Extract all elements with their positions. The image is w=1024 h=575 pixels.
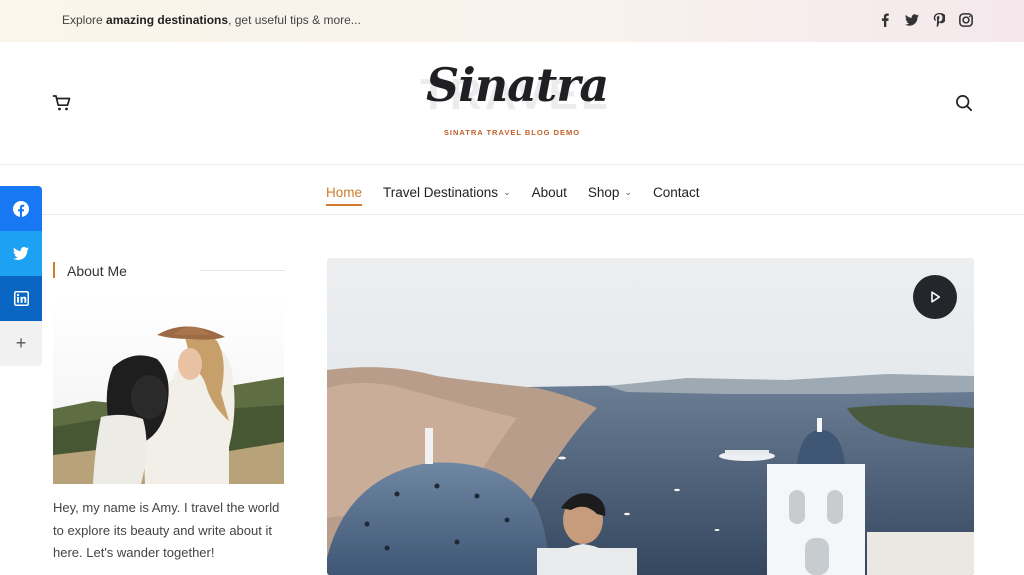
instagram-icon[interactable]: [957, 11, 974, 28]
plus-icon: +: [15, 333, 27, 353]
share-sidebar: +: [0, 186, 42, 366]
tagline: Explore amazing destinations, get useful…: [62, 13, 361, 27]
title-accent-bar: [53, 262, 55, 278]
tagline-prefix: Explore: [62, 13, 107, 27]
nav-item-contact[interactable]: Contact: [653, 182, 700, 202]
chevron-down-icon: ⌄: [624, 186, 632, 197]
nav-label: Home: [326, 184, 363, 200]
about-heading: About Me: [67, 263, 127, 279]
nav-label: About: [531, 184, 567, 200]
nav-item-home[interactable]: Home: [326, 182, 363, 206]
twitter-icon: [13, 247, 29, 260]
nav-item-travel-destinations[interactable]: Travel Destinations ⌄: [383, 182, 511, 202]
share-facebook-button[interactable]: [0, 186, 42, 231]
tagline-bold: amazing destinations: [106, 13, 229, 27]
logo-subtitle: SINATRA TRAVEL BLOG DEMO: [443, 128, 581, 137]
chevron-down-icon: ⌄: [503, 186, 511, 197]
nav-label: Contact: [652, 184, 700, 200]
linkedin-icon: [13, 291, 29, 306]
title-divider: [200, 270, 285, 271]
nav-label: Shop: [587, 184, 620, 200]
logo-wordmark: Sinatra: [426, 58, 609, 112]
site-header: TRAVEL Sinatra SINATRA TRAVEL BLOG DEMO: [0, 42, 1024, 165]
share-more-button[interactable]: +: [0, 321, 42, 366]
search-icon[interactable]: [954, 93, 974, 113]
top-bar: Explore amazing destinations, get useful…: [0, 0, 1024, 42]
twitter-icon[interactable]: [903, 11, 920, 28]
main-navigation: Home Travel Destinations ⌄ About Shop ⌄ Co…: [0, 165, 1024, 215]
share-linkedin-button[interactable]: [0, 276, 42, 321]
facebook-icon: [13, 200, 29, 217]
nav-label: Travel Destinations: [383, 184, 499, 200]
tagline-suffix: , get useful tips & more...: [228, 13, 361, 27]
about-photo: [53, 297, 284, 484]
about-description: Hey, my name is Amy. I travel the world …: [53, 500, 280, 560]
play-button[interactable]: [913, 275, 957, 319]
site-logo[interactable]: TRAVEL Sinatra SINATRA TRAVEL BLOG DEMO: [412, 58, 612, 142]
pinterest-icon[interactable]: [930, 11, 947, 28]
about-widget-title: About Me: [53, 261, 285, 279]
nav-item-shop[interactable]: Shop ⌄: [588, 182, 632, 202]
facebook-icon[interactable]: [876, 11, 893, 28]
nav-item-about[interactable]: About: [532, 182, 567, 202]
cart-icon[interactable]: [52, 93, 72, 113]
social-links: [876, 11, 974, 28]
hero-image[interactable]: [327, 258, 974, 575]
play-icon: [931, 291, 941, 303]
share-twitter-button[interactable]: [0, 231, 42, 276]
